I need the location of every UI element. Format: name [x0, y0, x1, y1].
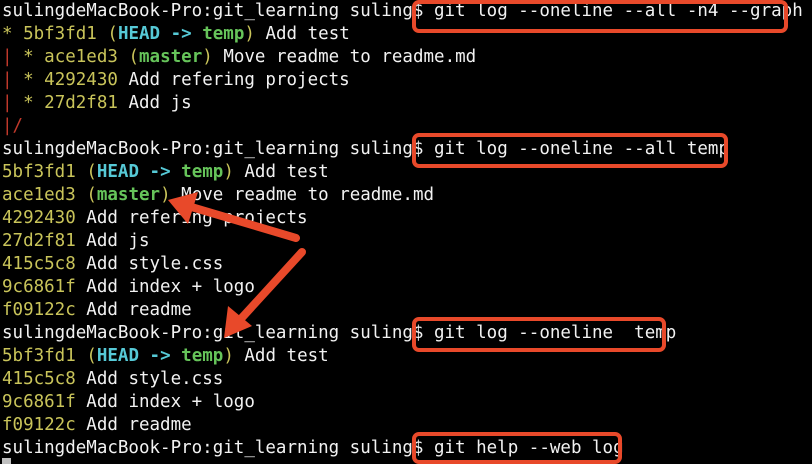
text-cursor — [2, 458, 11, 464]
arrow-to-prompt — [224, 248, 306, 338]
arrow-to-master — [168, 192, 300, 242]
annotation-arrows — [168, 192, 306, 338]
